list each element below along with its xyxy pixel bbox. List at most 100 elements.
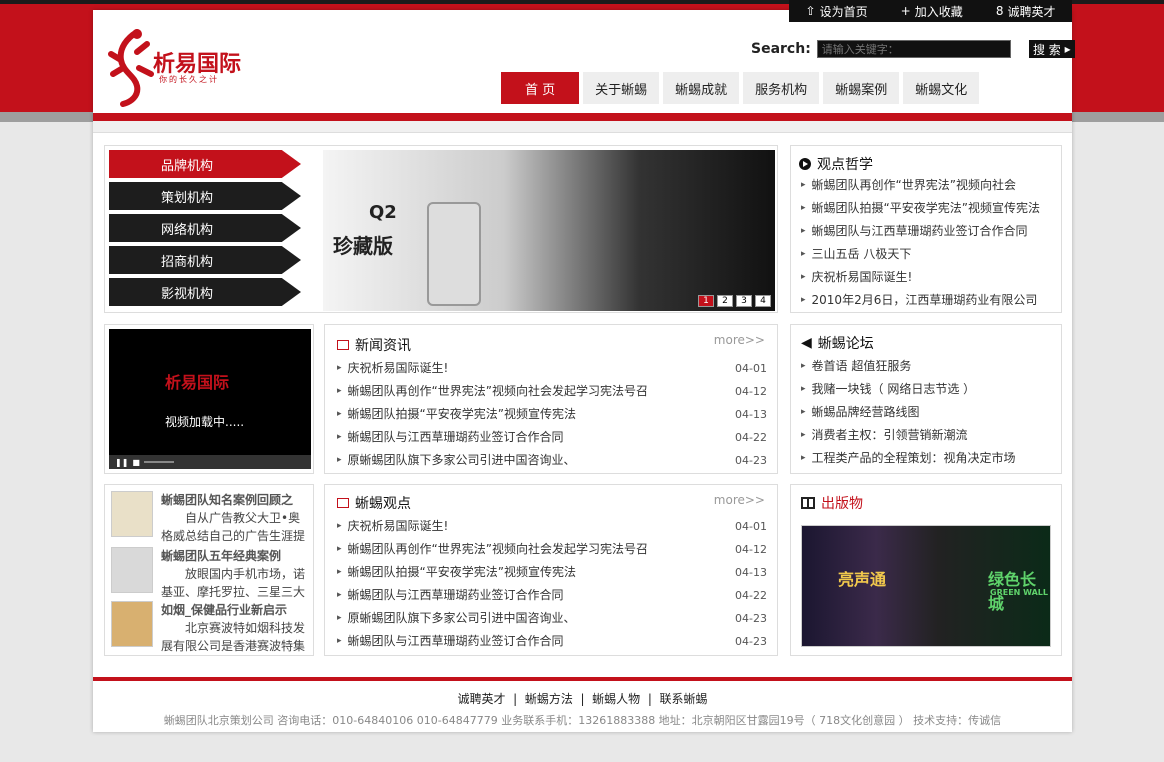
- publication-text-1: 亮声通: [838, 570, 887, 589]
- side-menu-investment[interactable]: 招商机构: [109, 246, 301, 274]
- case-thumbnail: [111, 601, 153, 647]
- forum-header: ◀ 蜥蜴论坛: [801, 333, 874, 353]
- publications-box: 出版物 亮声通 绿色长城 GREEN WALL: [790, 484, 1062, 656]
- video-controls: ❚❚ ■: [109, 455, 311, 469]
- list-item[interactable]: 蜥蜴团队与江西草珊瑚药业签订合作合同: [801, 220, 1061, 243]
- side-menu-network[interactable]: 网络机构: [109, 214, 301, 242]
- news-list: 庆祝析易国际诞生! 04-01 蜥蜴团队再创作“世界宪法”视频向社会发起学习宪法号…: [337, 357, 773, 472]
- case-desc: 自从广告教父大卫•奥格威总结自己的广告生涯提: [161, 511, 306, 543]
- list-item-text: 三山五岳 八极天下: [811, 247, 912, 261]
- list-item-date: 04-13: [735, 408, 767, 421]
- banner-page-2[interactable]: 2: [717, 295, 733, 307]
- list-item[interactable]: 蜥蜴团队拍摄“平安夜学宪法”视频宣传宪法: [801, 197, 1061, 220]
- nav-home[interactable]: 首 页: [501, 72, 580, 104]
- side-menu-film[interactable]: 影视机构: [109, 278, 301, 306]
- list-item[interactable]: 我赌一块钱（ 网络日志节选 ）: [801, 378, 1059, 401]
- list-item[interactable]: 庆祝析易国际诞生! 04-01: [337, 515, 773, 538]
- main-nav: 首 页 关于蜥蜴 蜥蜴成就 服务机构 蜥蜴案例 蜥蜴文化: [501, 72, 983, 104]
- philosophy-title: 观点哲学: [817, 157, 873, 173]
- stop-icon[interactable]: ■: [132, 458, 140, 467]
- add-favorite-link[interactable]: + 加入收藏: [901, 3, 963, 20]
- side-menu-planning[interactable]: 策划机构: [109, 182, 301, 210]
- publications-header: 出版物: [801, 493, 863, 513]
- news-more-link[interactable]: more>>: [714, 333, 765, 347]
- list-item[interactable]: 原蜥蜴团队旗下多家公司引进中国咨询业、 04-23: [337, 449, 773, 472]
- set-home-label: 设为首页: [819, 4, 868, 19]
- list-item[interactable]: 原蜥蜴团队旗下多家公司引进中国咨询业、 04-23: [337, 607, 773, 630]
- case-item[interactable]: 如烟_保健品行业新启示 北京赛波特如烟科技发展有限公司是香港赛波特集: [111, 601, 307, 655]
- footer-link-method[interactable]: 蜥蜴方法: [525, 692, 573, 706]
- list-item[interactable]: 蜥蜴团队再创作“世界宪法”视频向社会发起学习宪法号召 04-12: [337, 538, 773, 561]
- search-button[interactable]: 搜 索 ▸: [1028, 40, 1075, 58]
- nav-services[interactable]: 服务机构: [743, 72, 820, 104]
- list-item[interactable]: 蜥蜴团队与江西草珊瑚药业签订合作合同 04-22: [337, 426, 773, 449]
- list-item[interactable]: 工程类产品的全程策划：视角决定市场: [801, 447, 1059, 470]
- side-menu-label: 招商机构: [161, 254, 214, 270]
- news-header: 新闻资讯: [337, 335, 411, 355]
- nav-about[interactable]: 关于蜥蜴: [583, 72, 660, 104]
- video-box: 析易国际 视频加载中..... ❚❚ ■: [104, 324, 314, 474]
- views-list: 庆祝析易国际诞生! 04-01 蜥蜴团队再创作“世界宪法”视频向社会发起学习宪法号…: [337, 515, 773, 653]
- video-player[interactable]: 析易国际 视频加载中..... ❚❚ ■: [109, 329, 311, 469]
- case-item[interactable]: 蜥蜴团队五年经典案例 放眼国内手机市场，诺基亚、摩托罗拉、三星三大: [111, 547, 307, 601]
- list-item[interactable]: 蜥蜴品牌经营路线图: [801, 401, 1059, 424]
- list-item-date: 04-22: [735, 431, 767, 444]
- list-item-text: 原蜥蜴团队旗下多家公司引进中国咨询业、: [347, 611, 576, 625]
- banner-image[interactable]: Q2 珍藏版 1 2 3 4: [323, 150, 775, 311]
- mail-icon: [337, 498, 349, 508]
- case-title: 蜥蜴团队五年经典案例: [161, 549, 282, 563]
- list-item[interactable]: 庆祝析易国际诞生! 04-01: [337, 357, 773, 380]
- list-item[interactable]: 蜥蜴团队再创作“世界宪法”视频向社会: [801, 174, 1061, 197]
- banner-page-4[interactable]: 4: [755, 295, 771, 307]
- list-item-text: 2010年2月6日，江西草珊瑚药业有限公司: [811, 293, 1038, 307]
- list-item[interactable]: 蜥蜴团队与江西草珊瑚药业签订合作合同 04-22: [337, 584, 773, 607]
- side-menu-label: 策划机构: [161, 190, 214, 206]
- recruit-label: 诚聘英才: [1007, 4, 1056, 19]
- views-more-link[interactable]: more>>: [714, 493, 765, 507]
- list-item-date: 04-23: [735, 454, 767, 467]
- list-item[interactable]: 2010年2月6日，江西草珊瑚药业有限公司: [801, 289, 1061, 312]
- publications-image[interactable]: 亮声通 绿色长城 GREEN WALL: [801, 525, 1051, 647]
- list-item-text: 我赌一块钱（ 网络日志节选 ）: [811, 382, 976, 396]
- list-item-date: 04-13: [735, 566, 767, 579]
- pause-icon[interactable]: ❚❚: [115, 458, 128, 467]
- list-item[interactable]: 三山五岳 八极天下: [801, 243, 1061, 266]
- nav-culture[interactable]: 蜥蜴文化: [903, 72, 980, 104]
- person-icon: 8: [995, 4, 1004, 18]
- banner-page-3[interactable]: 3: [736, 295, 752, 307]
- feature-box: 品牌机构 策划机构 网络机构 招商机构 影视机构 Q2 珍藏版 1 2 3 4: [104, 145, 778, 313]
- book-icon: [801, 497, 815, 509]
- list-item-text: 蜥蜴品牌经营路线图: [811, 405, 920, 419]
- side-menu-brand[interactable]: 品牌机构: [109, 150, 301, 178]
- nav-cases[interactable]: 蜥蜴案例: [823, 72, 900, 104]
- speaker-icon: ◀: [801, 335, 812, 351]
- footer-info: 蜥蜴团队北京策划公司 咨询电话：010-64840106 010-6484777…: [163, 714, 1002, 727]
- list-item[interactable]: 卷首语 超值狂服务: [801, 355, 1059, 378]
- list-item-date: 04-23: [735, 635, 767, 648]
- list-item[interactable]: 庆祝析易国际诞生!: [801, 266, 1061, 289]
- list-item[interactable]: 蜥蜴团队拍摄“平安夜学宪法”视频宣传宪法 04-13: [337, 403, 773, 426]
- nav-achievements[interactable]: 蜥蜴成就: [663, 72, 740, 104]
- logo[interactable]: 析易国际 你的长久之计: [93, 10, 303, 112]
- phone-image: [427, 202, 481, 306]
- set-home-link[interactable]: ⇧ 设为首页: [806, 3, 868, 20]
- forum-list: 卷首语 超值狂服务 我赌一块钱（ 网络日志节选 ） 蜥蜴品牌经营路线图 消费者主…: [801, 355, 1059, 470]
- list-item[interactable]: 蜥蜴团队与江西草珊瑚药业签订合作合同 04-23: [337, 630, 773, 653]
- forum-title: 蜥蜴论坛: [817, 336, 874, 352]
- list-item-text: 蜥蜴团队与江西草珊瑚药业签订合作合同: [347, 588, 564, 602]
- list-item[interactable]: 消费者主权：引领营销新潮流: [801, 424, 1059, 447]
- recruit-link[interactable]: 8 诚聘英才: [996, 3, 1056, 20]
- footer-link-people[interactable]: 蜥蜴人物: [592, 692, 640, 706]
- volume-slider[interactable]: [143, 461, 174, 463]
- footer-link-recruit[interactable]: 诚聘英才: [457, 692, 505, 706]
- footer-separator: |: [644, 692, 660, 706]
- list-item-text: 蜥蜴团队与江西草珊瑚药业签订合作合同: [811, 224, 1028, 238]
- list-item[interactable]: 蜥蜴团队再创作“世界宪法”视频向社会发起学习宪法号召 04-12: [337, 380, 773, 403]
- case-item[interactable]: 蜥蜴团队知名案例回顾之 自从广告教父大卫•奥格威总结自己的广告生涯提: [111, 491, 307, 545]
- footer-link-contact[interactable]: 联系蜥蜴: [660, 692, 708, 706]
- banner-page-1[interactable]: 1: [698, 295, 714, 307]
- list-item[interactable]: 蜥蜴团队拍摄“平安夜学宪法”视频宣传宪法 04-13: [337, 561, 773, 584]
- news-box: 新闻资讯 more>> 庆祝析易国际诞生! 04-01 蜥蜴团队再创作“世界宪法”…: [324, 324, 778, 474]
- views-title: 蜥蜴观点: [355, 496, 411, 512]
- search-input[interactable]: [816, 40, 1011, 58]
